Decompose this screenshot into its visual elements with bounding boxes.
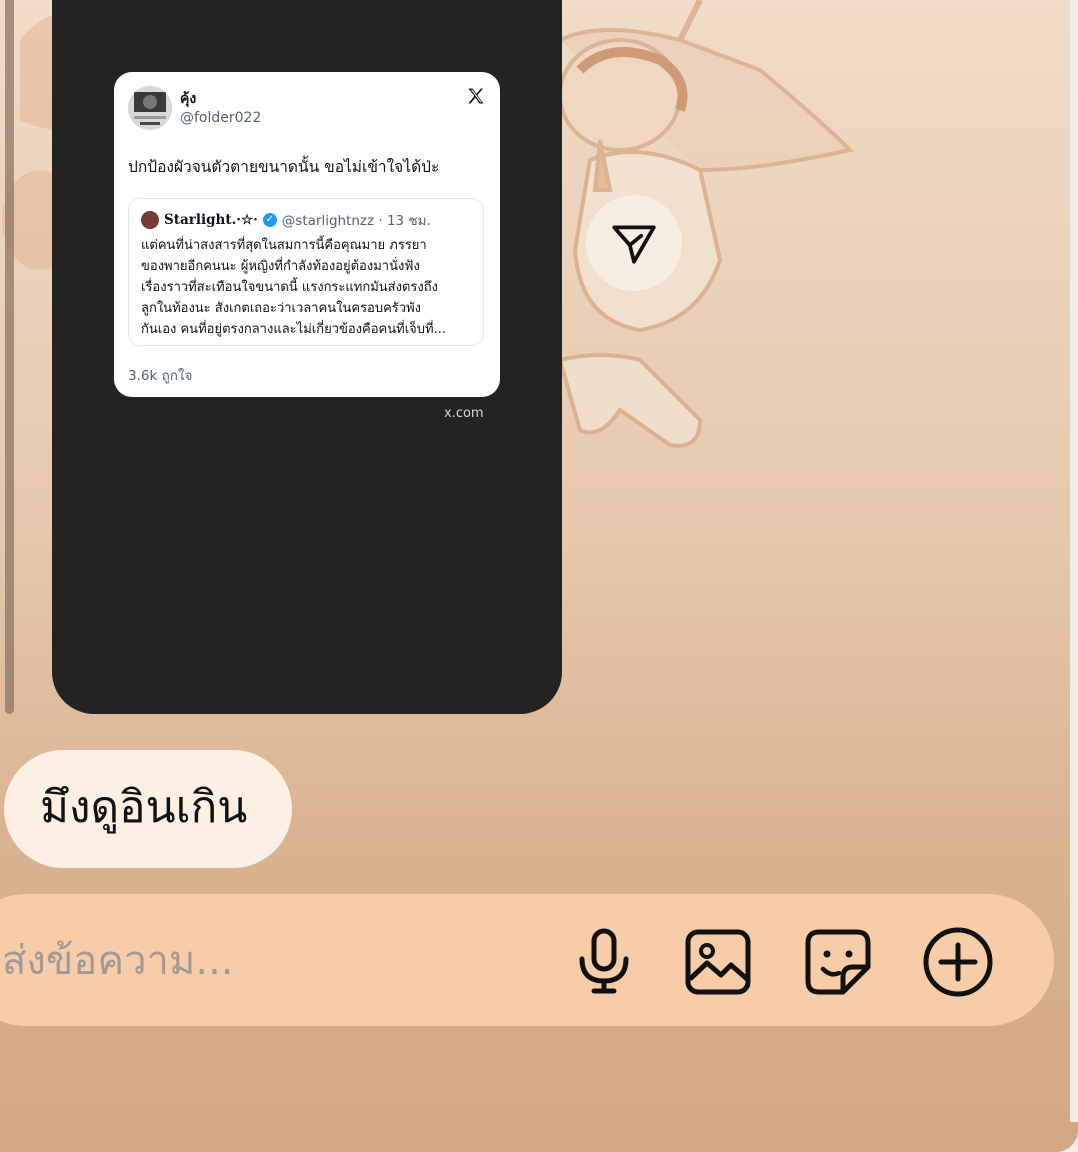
like-count: 3.6k ถูกใจ	[128, 368, 193, 384]
author-handle: @folder022	[180, 110, 262, 126]
message-bubble[interactable]: มึงดูอินเกิน	[4, 750, 292, 868]
link-domain: x.com	[444, 406, 484, 421]
sticker-icon	[805, 929, 871, 995]
more-options-button[interactable]	[918, 922, 998, 1002]
tweet-text: ปกป้องผัวจนตัวตายขนาดนั้น ขอไม่เข้าใจได้…	[128, 158, 440, 176]
share-button[interactable]	[586, 195, 682, 291]
chat-screen: คุ้ง @folder022 ปกป้องผัวจนตัวตายขนาดนั้…	[0, 0, 1078, 1152]
screen-corner	[1048, 1122, 1078, 1152]
voice-message-button[interactable]	[564, 922, 644, 1002]
message-input[interactable]	[0, 922, 544, 1000]
plus-circle-icon	[923, 927, 993, 997]
x-logo-icon	[468, 88, 484, 104]
verified-badge-icon: ✓	[262, 213, 277, 227]
message-composer	[0, 894, 1054, 1026]
quoted-handle-time: @starlightnzz · 13 ชม.	[281, 213, 431, 229]
author-name: คุ้ง	[180, 91, 197, 107]
quoted-text: แต่คนที่น่าสงสารที่สุดในสมการนี้คือคุณมา…	[141, 238, 446, 337]
screen-edge	[1070, 0, 1078, 1152]
scroll-indicator[interactable]	[5, 0, 14, 714]
image-icon	[685, 929, 751, 995]
sticker-button[interactable]	[798, 922, 878, 1002]
message-text: มึงดูอินเกิน	[40, 782, 248, 833]
quoted-header: Starlight.·☆· ✓ @starlightnzz · 13 ชม.	[141, 211, 431, 229]
quoted-name: Starlight.·☆·	[164, 212, 258, 228]
shared-post-message[interactable]: คุ้ง @folder022 ปกป้องผัวจนตัวตายขนาดนั้…	[52, 0, 562, 714]
embedded-tweet[interactable]: คุ้ง @folder022 ปกป้องผัวจนตัวตายขนาดนั้…	[114, 72, 500, 397]
author-avatar	[128, 86, 172, 130]
microphone-icon	[579, 928, 629, 994]
quoted-avatar	[141, 211, 159, 229]
quoted-tweet[interactable]: Starlight.·☆· ✓ @starlightnzz · 13 ชม. แ…	[128, 198, 484, 346]
gallery-button[interactable]	[678, 922, 758, 1002]
send-paper-plane-icon	[612, 225, 656, 264]
